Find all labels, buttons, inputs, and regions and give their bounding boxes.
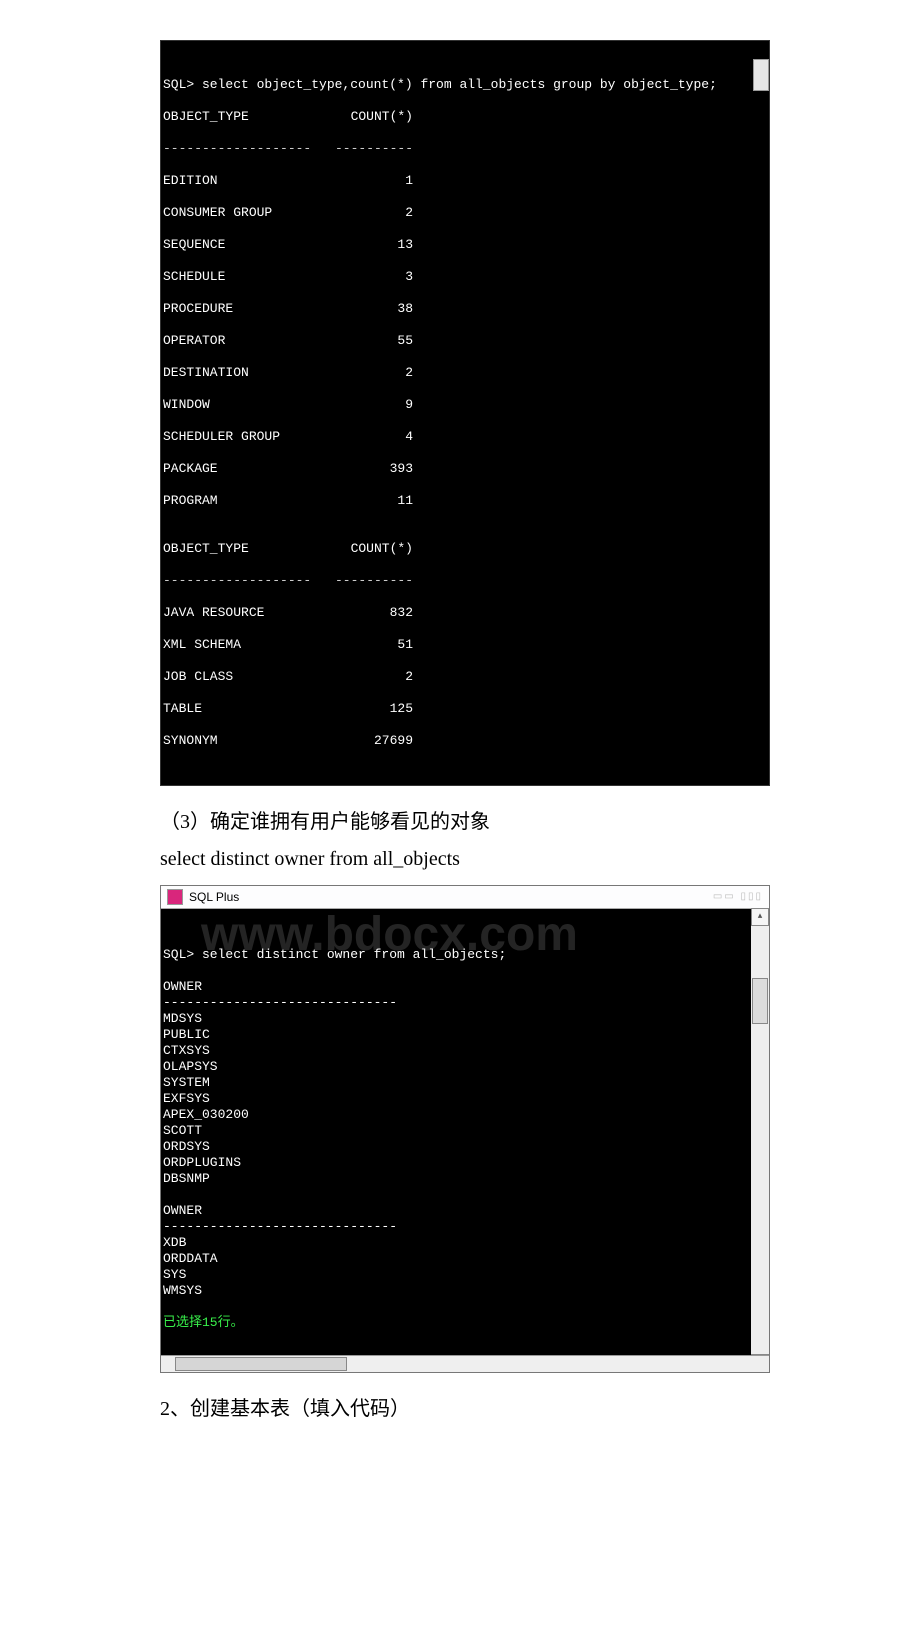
- table-row: 125: [323, 701, 413, 717]
- column-header-count: COUNT(*): [323, 541, 413, 557]
- paragraph-2: 2、创建基本表（填入代码）: [160, 1391, 770, 1427]
- table-row: EDITION: [163, 173, 323, 189]
- column-header-object-type: OBJECT_TYPE: [163, 109, 323, 125]
- divider: -------------------: [163, 141, 323, 157]
- horizontal-scrollbar[interactable]: [161, 1355, 769, 1372]
- scrollbar-thumb[interactable]: [175, 1357, 347, 1371]
- list-item: EXFSYS: [163, 1091, 210, 1106]
- scrollbar-thumb[interactable]: [753, 59, 769, 91]
- rows-selected-status: 已选择15行。: [163, 1315, 244, 1330]
- table-row: PROCEDURE: [163, 301, 323, 317]
- list-item: SYSTEM: [163, 1075, 210, 1090]
- divider: ----------: [323, 573, 413, 589]
- table-row: 1: [323, 173, 413, 189]
- list-item: DBSNMP: [163, 1171, 210, 1186]
- column-header-count: COUNT(*): [323, 109, 413, 125]
- table-row: 2: [323, 205, 413, 221]
- table-row: 2: [323, 365, 413, 381]
- list-item: ORDSYS: [163, 1139, 210, 1154]
- column-header-owner: OWNER: [163, 1203, 202, 1218]
- divider: ------------------------------: [163, 995, 397, 1010]
- list-item: ORDPLUGINS: [163, 1155, 241, 1170]
- window-controls[interactable]: ▭▭ ▯▯▯: [713, 889, 763, 905]
- divider: ------------------------------: [163, 1219, 397, 1234]
- table-row: TABLE: [163, 701, 323, 717]
- table-row: 4: [323, 429, 413, 445]
- divider: ----------: [323, 141, 413, 157]
- list-item: XDB: [163, 1235, 186, 1250]
- table-row: WINDOW: [163, 397, 323, 413]
- table-row: 51: [323, 637, 413, 653]
- list-item: CTXSYS: [163, 1043, 210, 1058]
- table-row: SYNONYM: [163, 733, 323, 749]
- table-row: 13: [323, 237, 413, 253]
- column-header-owner: OWNER: [163, 979, 202, 994]
- table-row: SCHEDULE: [163, 269, 323, 285]
- watermark: www.bdocx.com: [201, 927, 759, 943]
- sqlplus-window: SQL Plus ▭▭ ▯▯▯ ▴ ▾ www.bdocx.com SQL> s…: [160, 885, 770, 1373]
- column-header-object-type: OBJECT_TYPE: [163, 541, 323, 557]
- table-row: CONSUMER GROUP: [163, 205, 323, 221]
- sql-prompt-line: SQL> select distinct owner from all_obje…: [163, 947, 506, 962]
- table-row: OPERATOR: [163, 333, 323, 349]
- table-row: 38: [323, 301, 413, 317]
- list-item: APEX_030200: [163, 1107, 249, 1122]
- paragraph-3: （3）确定谁拥有用户能够看见的对象: [160, 804, 770, 840]
- table-row: 2: [323, 669, 413, 685]
- list-item: PUBLIC: [163, 1027, 210, 1042]
- terminal-object-type-count: SQL> select object_type,count(*) from al…: [160, 40, 770, 786]
- window-titlebar[interactable]: SQL Plus ▭▭ ▯▯▯: [161, 886, 769, 909]
- list-item: OLAPSYS: [163, 1059, 218, 1074]
- app-icon: [167, 889, 183, 905]
- table-row: JAVA RESOURCE: [163, 605, 323, 621]
- table-row: PROGRAM: [163, 493, 323, 509]
- list-item: ORDDATA: [163, 1251, 218, 1266]
- table-row: PACKAGE: [163, 461, 323, 477]
- list-item: SCOTT: [163, 1123, 202, 1138]
- table-row: 832: [323, 605, 413, 621]
- sql-query-text: select distinct owner from all_objects: [160, 848, 770, 871]
- table-row: DESTINATION: [163, 365, 323, 381]
- sql-prompt-line: SQL> select object_type,count(*) from al…: [163, 77, 717, 92]
- table-row: 55: [323, 333, 413, 349]
- table-row: SCHEDULER GROUP: [163, 429, 323, 445]
- list-item: WMSYS: [163, 1283, 202, 1298]
- window-title: SQL Plus: [189, 889, 239, 905]
- table-row: 9: [323, 397, 413, 413]
- table-row: SEQUENCE: [163, 237, 323, 253]
- list-item: SYS: [163, 1267, 186, 1282]
- table-row: XML SCHEMA: [163, 637, 323, 653]
- list-item: MDSYS: [163, 1011, 202, 1026]
- divider: -------------------: [163, 573, 323, 589]
- table-row: 27699: [323, 733, 413, 749]
- table-row: 3: [323, 269, 413, 285]
- table-row: 393: [323, 461, 413, 477]
- table-row: 11: [323, 493, 413, 509]
- table-row: JOB CLASS: [163, 669, 323, 685]
